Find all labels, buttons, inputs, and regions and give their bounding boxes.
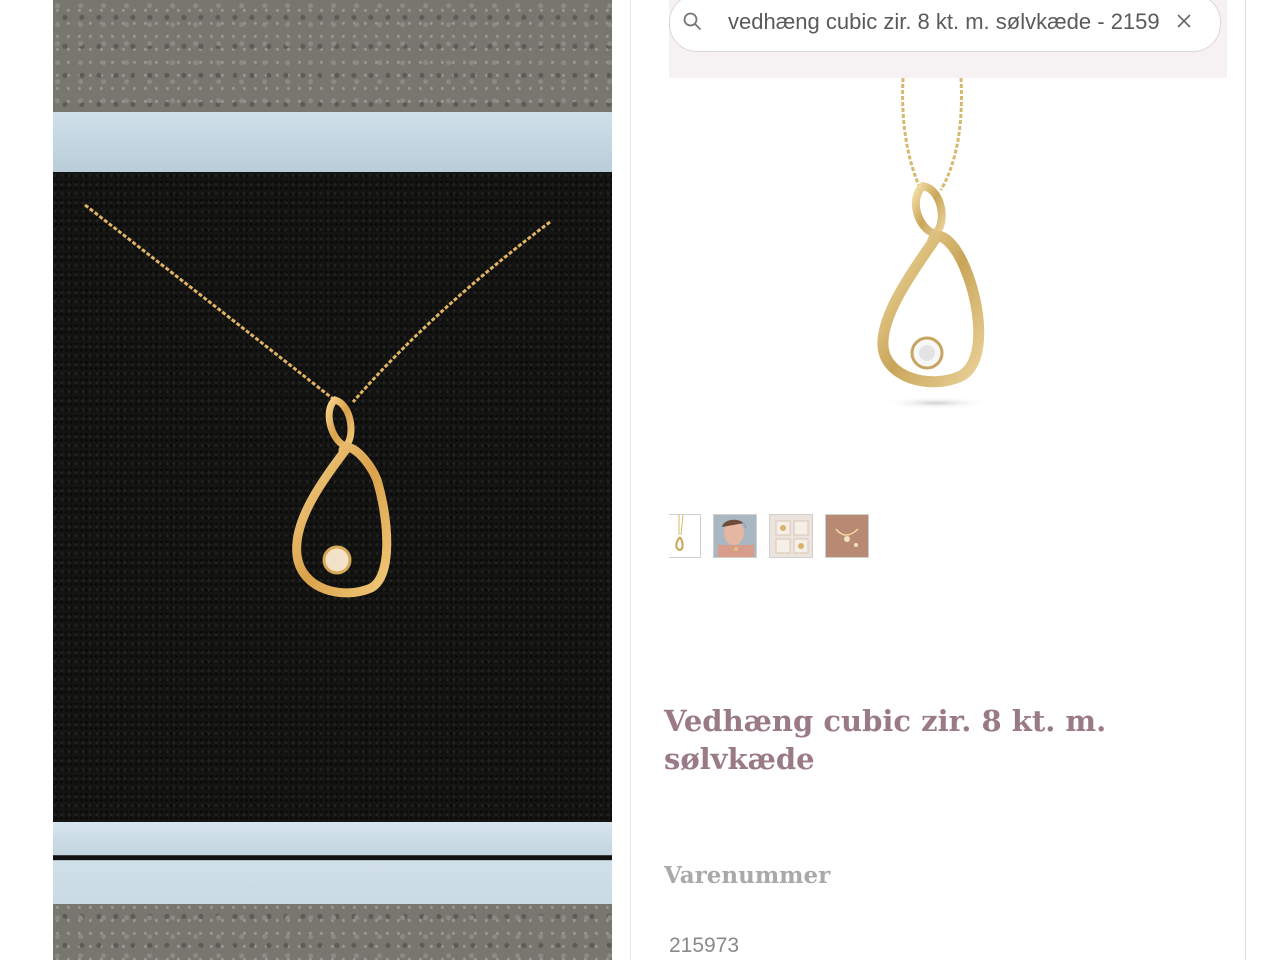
search-bar[interactable]: vedhæng cubic zir. 8 kt. m. sølvkæde - 2… [669,0,1221,52]
search-input[interactable]: vedhæng cubic zir. 8 kt. m. sølvkæde - 2… [728,7,1184,37]
thumbnail-lifestyle[interactable] [825,514,869,558]
sku-label: Varenummer [664,862,831,889]
collage: vedhæng cubic zir. 8 kt. m. sølvkæde - 2… [0,0,1280,960]
product-main-image[interactable] [811,78,1091,418]
lifestyle-thumbnail-image [826,515,868,557]
thumbnail-pendant[interactable] [669,514,701,558]
thumbnail-model[interactable] [713,514,757,558]
jewelry-box-thumbnail-image [770,515,812,557]
sku-value: 215973 [669,934,740,957]
thumbnail-strip [669,514,869,560]
pendant-thumbnail-image [669,515,700,557]
gold-necklace-image [84,203,551,598]
product-title: Vedhæng cubic zir. 8 kt. m. sølvkæde [664,704,1107,776]
shop-product-page: vedhæng cubic zir. 8 kt. m. sølvkæde - 2… [630,0,1246,960]
search-icon[interactable] [682,11,702,31]
necklace-photo [53,0,612,960]
model-thumbnail-image [714,515,756,557]
thumbnail-jewelry-box[interactable] [769,514,813,558]
close-icon[interactable] [1176,13,1192,29]
